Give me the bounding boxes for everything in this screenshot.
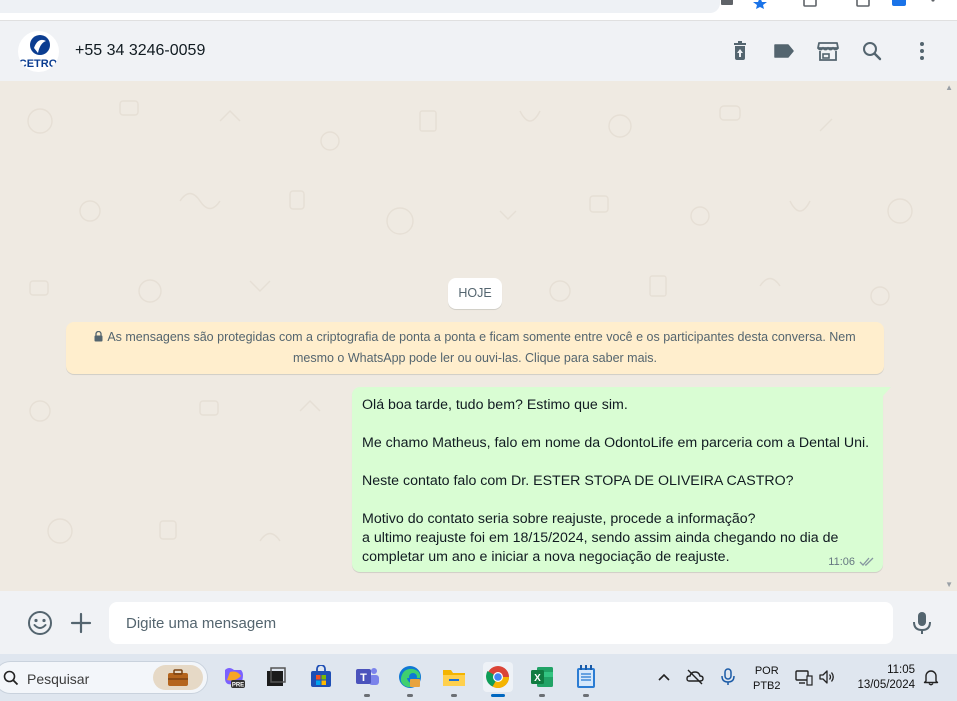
app-window-icon <box>267 667 286 686</box>
plus-icon[interactable] <box>68 610 94 636</box>
store-icon[interactable] <box>816 40 840 62</box>
lock-icon <box>94 331 103 342</box>
chat-messages-area[interactable]: ▲ ▼ HOJE As mensagens são protegidas com… <box>0 81 957 591</box>
message-input[interactable] <box>109 602 893 644</box>
system-clock[interactable]: 11:05 13/05/2024 <box>848 663 915 693</box>
avatar-text: CETRO <box>19 58 58 70</box>
encryption-notice[interactable]: As mensagens são protegidas com a cripto… <box>66 322 884 374</box>
keyboard-layout: PTB2 <box>753 680 781 692</box>
running-indicator <box>451 694 457 697</box>
onedrive-offline-icon[interactable] <box>686 668 704 686</box>
delete-icon[interactable] <box>729 40 751 62</box>
work-briefcase-icon <box>153 665 203 690</box>
message-line: Olá boa tarde, tudo bem? Estimo que sim. <box>362 397 628 413</box>
outgoing-message-bubble[interactable]: Olá boa tarde, tudo bem? Estimo que sim.… <box>352 387 883 572</box>
running-indicator <box>364 694 370 697</box>
taskbar-search-label: Pesquisar <box>27 671 90 687</box>
taskbar-copilot[interactable]: PRE <box>219 662 249 692</box>
svg-text:T: T <box>360 672 367 684</box>
folder-icon <box>443 670 465 686</box>
volume-icon[interactable] <box>818 668 836 686</box>
running-indicator <box>491 694 505 697</box>
avatar[interactable]: CETRO <box>18 31 59 72</box>
input-language[interactable]: POR PTB2 <box>753 664 781 694</box>
taskbar-app-dark[interactable] <box>261 662 291 692</box>
search-icon <box>3 670 19 686</box>
taskbar-edge[interactable] <box>395 662 425 697</box>
cast-icon[interactable] <box>720 0 734 8</box>
encryption-notice-line2: mesmo o WhatsApp pode ler ou ouvi-las. C… <box>292 350 658 365</box>
message-meta: 11:06 <box>828 556 875 568</box>
bookmark-star-icon[interactable] <box>753 0 767 9</box>
language-code: POR <box>754 665 779 677</box>
chevron-up-icon[interactable] <box>655 668 673 686</box>
excel-icon: X <box>531 667 553 687</box>
windows-taskbar: Pesquisar PRE T X POR PTB2 11:05 13/05/2… <box>0 654 957 701</box>
svg-text:X: X <box>534 673 541 684</box>
contact-name[interactable]: +55 34 3246-0059 <box>75 42 205 60</box>
message-time: 11:06 <box>828 556 855 568</box>
browser-address-area <box>0 0 720 13</box>
emoji-icon[interactable] <box>27 610 53 636</box>
encryption-notice-line1: As mensagens são protegidas com a cripto… <box>66 327 884 348</box>
store-app-icon <box>311 665 331 687</box>
taskbar-excel[interactable]: X <box>527 662 557 697</box>
extensions-icon[interactable] <box>856 0 870 8</box>
clock-date: 13/05/2024 <box>857 679 915 691</box>
menu-icon[interactable] <box>911 40 933 62</box>
message-line: Neste contato falo com Dr. ESTER STOPA D… <box>362 473 794 489</box>
taskbar-teams[interactable]: T <box>352 662 382 697</box>
profile-icon[interactable] <box>892 0 906 8</box>
edge-icon <box>399 666 421 688</box>
taskbar-notepad[interactable] <box>571 662 601 697</box>
chat-header: CETRO +55 34 3246-0059 <box>0 20 957 81</box>
browser-menu-icon[interactable] <box>930 0 936 8</box>
chrome-icon <box>486 666 509 688</box>
clock-time: 11:05 <box>887 664 915 676</box>
taskbar-file-explorer[interactable] <box>439 662 469 697</box>
bubble-tail <box>883 387 891 396</box>
date-separator: HOJE <box>448 278 502 309</box>
message-line: a ultimo reajuste foi em 18/15/2024, sen… <box>362 530 839 546</box>
taskbar-chrome[interactable] <box>483 662 513 697</box>
message-line: Me chamo Matheus, falo em nome da Odonto… <box>362 435 870 451</box>
network-icon[interactable] <box>795 668 813 686</box>
search-icon[interactable] <box>861 40 883 62</box>
message-composer <box>0 591 957 654</box>
microphone-tray-icon[interactable] <box>719 668 737 686</box>
message-line: Motivo do contato seria sobre reajuste, … <box>362 511 756 527</box>
encryption-notice-text1: As mensagens são protegidas com a cripto… <box>107 330 856 344</box>
running-indicator <box>407 694 413 697</box>
taskbar-store[interactable] <box>306 662 336 692</box>
double-check-icon <box>859 557 874 566</box>
teams-icon: T <box>356 668 379 685</box>
notification-bell-icon[interactable] <box>922 668 940 686</box>
label-icon[interactable] <box>773 40 795 62</box>
svg-text:PRE: PRE <box>232 683 244 689</box>
tab-search-icon[interactable] <box>803 0 817 8</box>
taskbar-search[interactable]: Pesquisar <box>0 661 208 694</box>
cetro-logo: CETRO <box>19 35 58 70</box>
browser-toolbar-strip <box>0 0 957 20</box>
running-indicator <box>583 694 589 697</box>
mic-icon[interactable] <box>909 610 935 636</box>
notepad-icon <box>577 665 595 688</box>
message-line: completar um ano e iniciar a nova negoci… <box>362 549 730 565</box>
scroll-down-arrow[interactable]: ▼ <box>945 580 953 589</box>
scroll-up-arrow[interactable]: ▲ <box>945 83 953 92</box>
running-indicator <box>539 694 545 697</box>
copilot-icon: PRE <box>225 668 245 689</box>
